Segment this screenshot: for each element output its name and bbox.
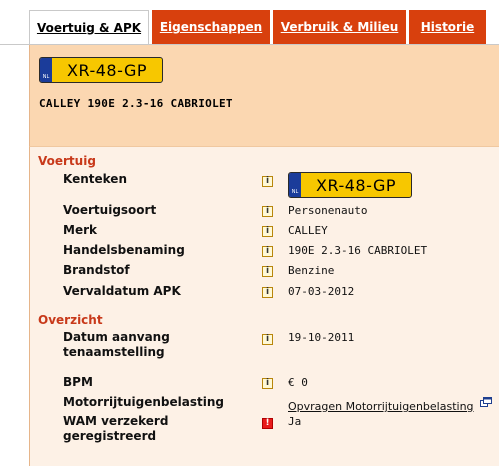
tab-eigenschappen[interactable]: Eigenschappen [152,10,270,44]
info-icon[interactable]: i [262,246,273,257]
kenteken-plate: NL XR-48-GP [288,172,412,198]
label-brandstof: Brandstof [63,263,130,277]
label-line: WAM verzekerd [63,414,169,428]
external-window-icon[interactable] [480,397,492,407]
info-icon[interactable]: i [262,176,273,187]
license-plate: NL XR-48-GP [39,57,163,83]
kenteken-plate-text: XR-48-GP [316,175,396,195]
label-voertuigsoort: Voertuigsoort [63,203,157,217]
info-icon[interactable]: i [262,287,273,298]
label-datum-aanvang: Datum aanvang tenaamstelling [63,330,170,360]
label-merk: Merk [63,223,97,237]
eu-flag-icon: NL [289,173,301,197]
value-voertuigsoort: Personenauto [288,204,368,217]
label-line: tenaamstelling [63,345,165,359]
info-icon[interactable]: i [262,266,273,277]
license-plate-text: XR-48-GP [67,60,147,80]
value-handelsbenaming: 190E 2.3-16 CABRIOLET [288,244,428,257]
label-line: geregistreerd [63,429,157,443]
info-icon[interactable]: i [262,226,273,237]
value-bpm: € 0 [288,376,308,389]
warning-icon[interactable]: ! [262,418,273,429]
value-brandstof: Benzine [288,264,335,277]
value-datum-aanvang: 19-10-2011 [288,331,355,344]
section-title-overzicht: Overzicht [38,313,103,327]
plate-country: NL [42,74,50,80]
vehicle-header: NL XR-48-GP CALLEY 190E 2.3-16 CABRIOLET [29,45,499,146]
eu-flag-icon: NL [40,58,52,82]
plate-country: NL [291,189,299,195]
label-handelsbenaming: Handelsbenaming [63,243,185,257]
info-icon[interactable]: i [262,378,273,389]
info-icon[interactable]: i [262,334,273,345]
label-motorrijtuigenbelasting: Motorrijtuigenbelasting [63,395,224,409]
link-opvragen-motorrijtuigenbelasting[interactable]: Opvragen Motorrijtuigenbelasting [288,400,474,413]
tab-verbruik-milieu[interactable]: Verbruik & Milieu [273,10,406,44]
value-wam: Ja [288,415,302,428]
label-bpm: BPM [63,375,93,389]
info-icon[interactable]: i [262,206,273,217]
tab-bar: Voertuig & APK Eigenschappen Verbruik & … [0,0,499,44]
vehicle-title: CALLEY 190E 2.3-16 CABRIOLET [39,97,233,110]
value-merk: CALLEY [288,224,328,237]
value-vervaldatum-apk: 07-03-2012 [288,285,355,298]
label-kenteken: Kenteken [63,172,127,186]
tab-voertuig-apk[interactable]: Voertuig & APK [29,10,149,44]
label-wam: WAM verzekerd geregistreerd [63,414,168,444]
section-title-voertuig: Voertuig [38,154,96,168]
label-line: Datum aanvang [63,330,170,344]
tab-historie[interactable]: Historie [409,10,486,44]
label-vervaldatum-apk: Vervaldatum APK [63,284,181,298]
